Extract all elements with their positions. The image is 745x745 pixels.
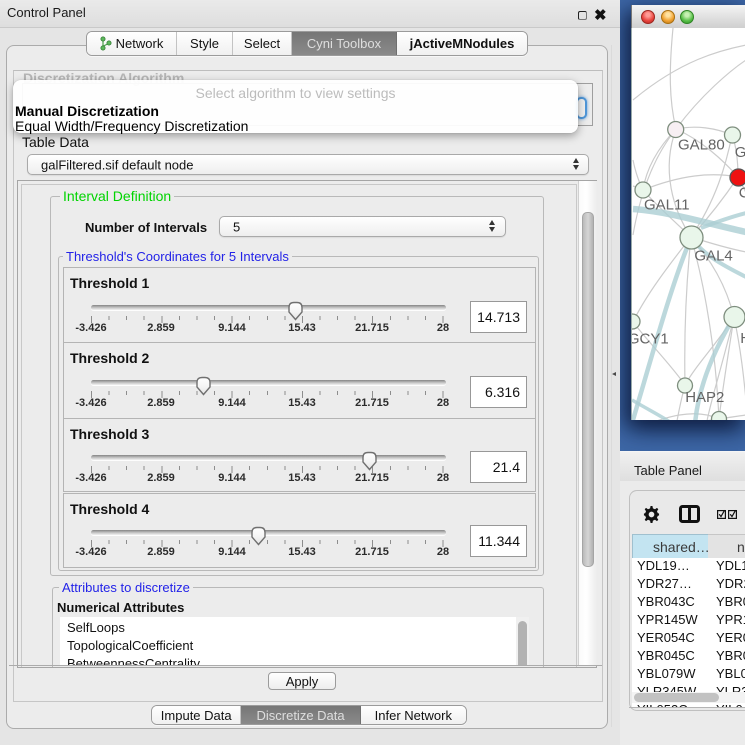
svg-text:C: C: [739, 185, 745, 202]
svg-text:H: H: [740, 330, 745, 347]
svg-text:GA: GA: [735, 144, 745, 161]
svg-text:GAL11: GAL11: [644, 197, 690, 214]
svg-text:GAL4: GAL4: [694, 248, 732, 265]
svg-text:GCY1: GCY1: [632, 331, 669, 348]
svg-text:GAL80: GAL80: [678, 137, 725, 154]
svg-text:HAP2: HAP2: [685, 389, 724, 406]
